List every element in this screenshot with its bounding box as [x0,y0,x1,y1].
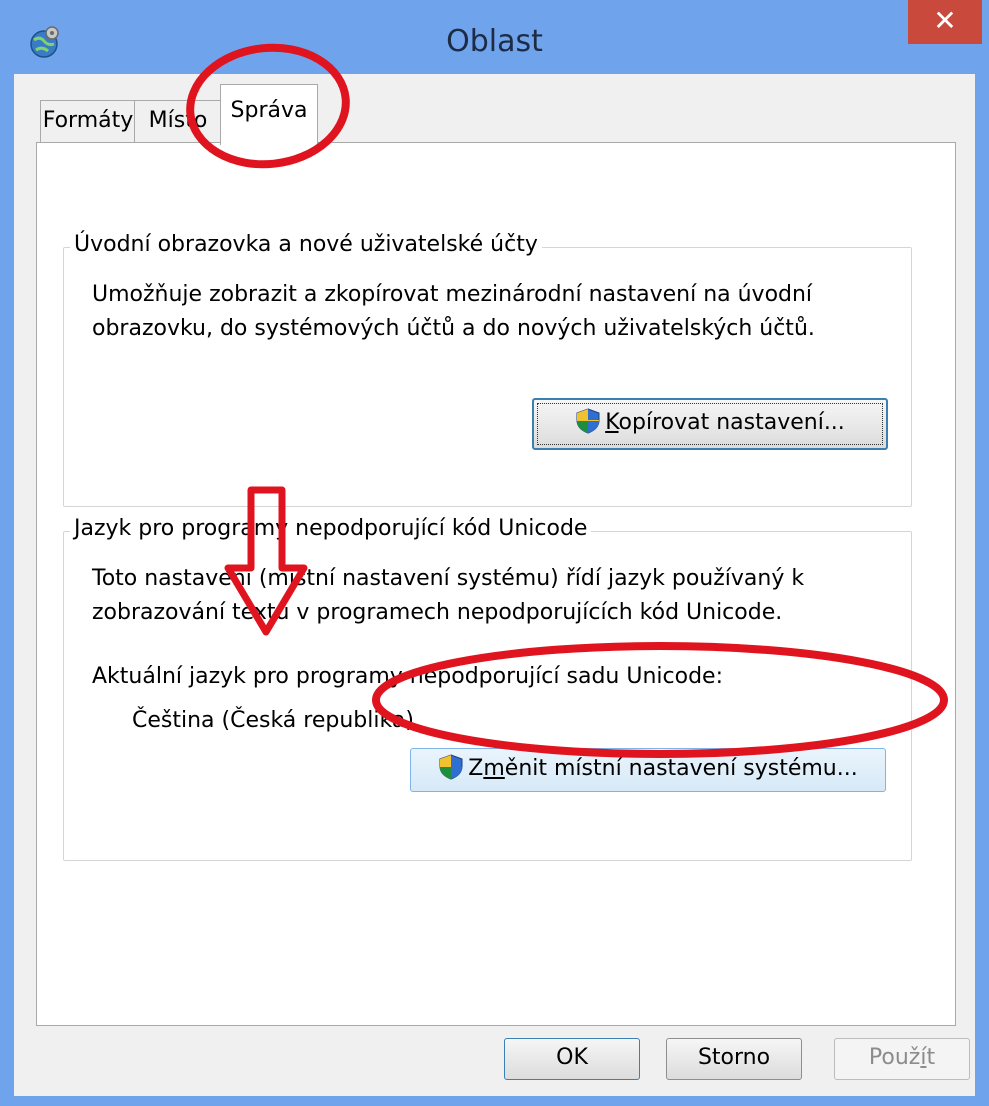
ok-button[interactable]: OK [504,1038,640,1080]
tab-formats[interactable]: Formáty [40,100,136,143]
copy-settings-label-rest: opírovat nastavení... [618,410,845,435]
tab-administrative-label: Správa [230,98,308,123]
region-dialog: Oblast ✕ Formáty Místo Správa Úvodní obr… [0,0,989,1106]
administrative-tab-panel: Úvodní obrazovka a nové uživatelské účty… [36,142,956,1026]
uac-shield-icon [439,754,463,780]
change-locale-label-prefix: Z [468,756,484,781]
welcome-screen-group: Úvodní obrazovka a nové uživatelské účty… [63,232,912,507]
current-language-label: Aktuální jazyk pro programy nepodporujíc… [92,664,723,689]
change-locale-label-rest: ěnit místní nastavení systému... [504,756,858,781]
unicode-language-group: Jazyk pro programy nepodporující kód Uni… [63,516,912,861]
apply-button[interactable]: Použít [834,1038,970,1080]
apply-label-prefix: Použ [868,1045,921,1070]
copy-settings-label-accel: K [605,410,619,435]
unicode-description-line1: Toto nastavení (místní nastavení systému… [92,566,805,591]
welcome-description-line1: Umožňuje zobrazit a zkopírovat mezinárod… [92,282,813,307]
tab-location-label: Místo [148,108,208,133]
unicode-language-group-legend: Jazyk pro programy nepodporující kód Uni… [70,516,592,541]
tab-formats-label: Formáty [42,108,134,133]
welcome-screen-group-legend: Úvodní obrazovka a nové uživatelské účty [70,232,542,257]
cancel-button[interactable]: Storno [666,1038,802,1080]
welcome-description-line2: obrazovku, do systémových účtů a do nový… [92,316,815,341]
close-icon: ✕ [933,4,957,37]
change-system-locale-button[interactable]: Změnit místní nastavení systému... [410,748,886,792]
unicode-description-line2: zobrazování textu v programech nepodporu… [92,600,783,625]
tab-administrative[interactable]: Správa [220,84,318,145]
dialog-client-area: Formáty Místo Správa Úvodní obrazovka a … [14,74,975,1096]
copy-settings-button[interactable]: Kopírovat nastavení... [532,398,888,450]
close-button[interactable]: ✕ [908,0,982,44]
uac-shield-icon [576,408,600,434]
apply-label-rest: t [926,1045,936,1070]
window-title: Oblast [446,24,543,59]
change-locale-label-accel: m [483,756,505,781]
current-language-value: Čeština (Česká republika) [132,708,414,733]
tab-location[interactable]: Místo [134,100,222,143]
